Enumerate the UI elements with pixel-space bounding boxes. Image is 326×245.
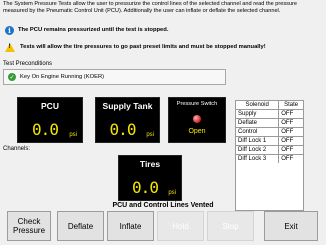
inflate-button[interactable]: Inflate xyxy=(107,211,154,241)
precondition-item: ✓ Key On Engine Running (KOER) xyxy=(3,69,226,85)
status-text: PCU and Control Lines Vented xyxy=(112,202,214,209)
info-icon: i xyxy=(5,25,14,35)
pcu-gauge-value: 0.0 xyxy=(32,120,59,139)
info-note-text: The PCU remains pressurized until the te… xyxy=(18,27,169,33)
supply-tank-gauge-title: Supply Tank xyxy=(102,101,153,111)
tires-gauge-title: Tires xyxy=(139,159,161,169)
pressure-switch-title: Pressure Switch xyxy=(176,101,218,107)
pcu-gauge-title: PCU xyxy=(41,101,59,111)
check-pressure-button[interactable]: Check Pressure xyxy=(7,211,51,241)
solenoid-state: OFF xyxy=(278,127,304,137)
tires-gauge: Tires 0.0 psi xyxy=(118,155,182,201)
pcu-gauge: PCU 0.0 psi xyxy=(17,97,83,143)
solenoid-name: Diff Lock 2 xyxy=(234,145,280,155)
solenoid-name: Control xyxy=(234,127,280,137)
warning-note-text: Tests will allow the tire pressures to g… xyxy=(20,44,266,50)
table-row: Control OFF xyxy=(234,127,304,137)
hold-button[interactable]: Hold xyxy=(157,211,204,241)
info-note: i The PCU remains pressurized until the … xyxy=(5,24,168,36)
pressure-switch-indicator: Pressure Switch Open xyxy=(168,97,226,143)
stop-button[interactable]: Stop xyxy=(207,211,254,241)
solenoid-name: Supply xyxy=(234,109,280,119)
supply-tank-gauge-value: 0.0 xyxy=(109,120,137,139)
deflate-button[interactable]: Deflate xyxy=(57,211,104,241)
solenoid-table: Solenoid State Supply OFF Deflate OFF Co… xyxy=(234,100,304,164)
precondition-label: Key On Engine Running (KOER) xyxy=(20,74,105,80)
channels-label: Channels: xyxy=(3,146,31,152)
preconditions-title: Test Preconditions xyxy=(3,61,53,67)
pressure-switch-state: Open xyxy=(188,128,206,135)
warning-note: ! Tests will allow the tire pressures to… xyxy=(5,41,266,53)
solenoid-state: OFF xyxy=(278,118,304,128)
solenoid-name: Deflate xyxy=(234,118,280,128)
supply-tank-gauge-unit: psi xyxy=(146,132,154,138)
table-row: Diff Lock 1 OFF xyxy=(234,136,304,146)
table-row: Diff Lock 2 OFF xyxy=(234,145,304,155)
exit-button[interactable]: Exit xyxy=(264,211,318,241)
supply-tank-gauge: Supply Tank 0.0 psi xyxy=(95,97,160,143)
solenoid-state: OFF xyxy=(278,136,304,146)
solenoid-state: OFF xyxy=(278,109,304,119)
tires-gauge-value: 0.0 xyxy=(132,178,159,197)
warning-icon: ! xyxy=(5,42,15,52)
state-column-header: State xyxy=(278,100,304,110)
pcu-gauge-unit: psi xyxy=(69,132,77,138)
tires-gauge-unit: psi xyxy=(168,190,176,196)
table-row: Deflate OFF xyxy=(234,118,304,128)
solenoid-name: Diff Lock 1 xyxy=(234,136,280,146)
table-row: Supply OFF xyxy=(234,109,304,119)
solenoid-state: OFF xyxy=(278,145,304,155)
intro-text: The System Pressure Tests allow the user… xyxy=(3,1,298,14)
check-icon: ✓ xyxy=(8,73,16,81)
status-led-icon xyxy=(193,115,201,123)
solenoid-table-header: Solenoid State xyxy=(234,100,304,110)
solenoid-column-header: Solenoid xyxy=(234,100,280,110)
